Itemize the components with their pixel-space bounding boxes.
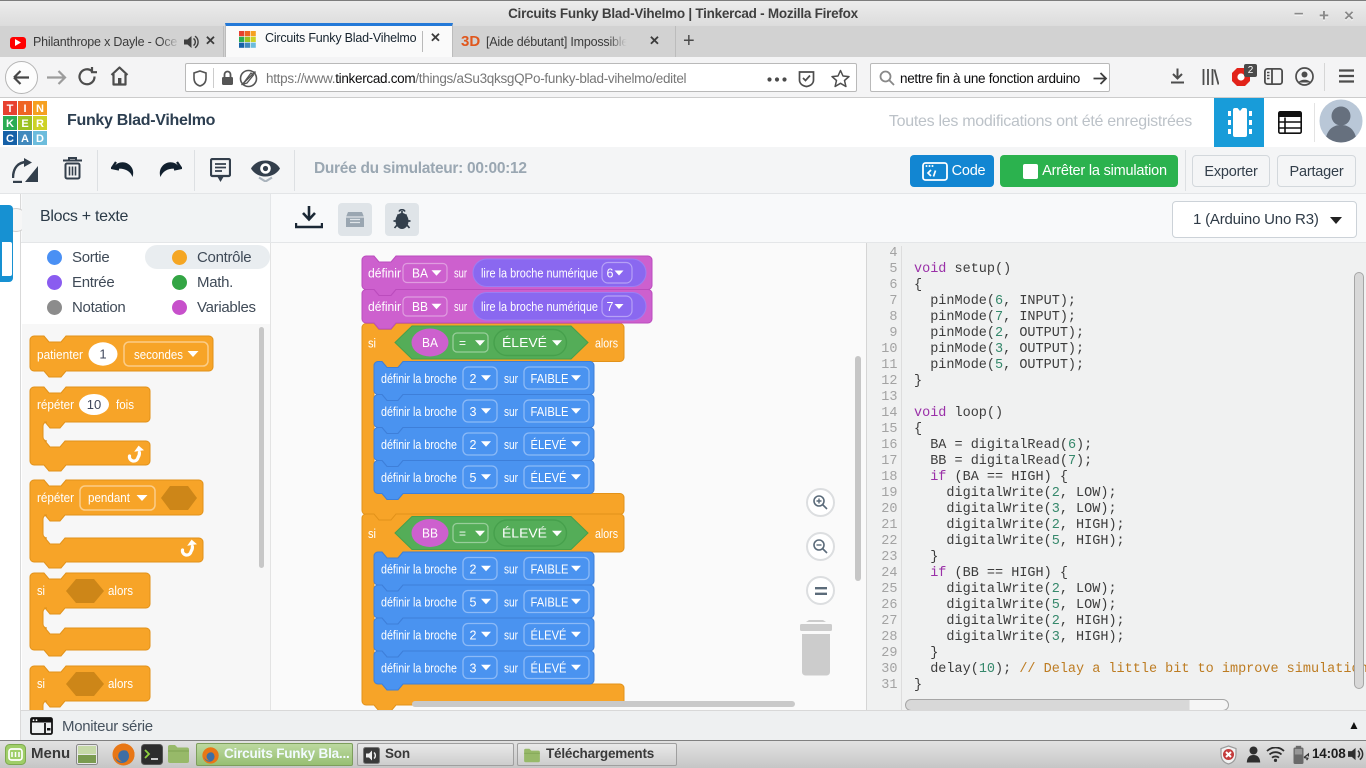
svg-text:N: N: [36, 103, 44, 115]
svg-text:BB: BB: [422, 526, 438, 541]
svg-text:5: 5: [470, 596, 477, 610]
svg-text:définir la broche: définir la broche: [381, 438, 457, 452]
svg-text:K: K: [6, 118, 14, 130]
svg-text:si: si: [37, 677, 45, 691]
svg-text:E: E: [21, 118, 28, 130]
svg-text:patienter: patienter: [37, 348, 83, 362]
svg-text:sur: sur: [504, 405, 518, 419]
svg-text:C: C: [6, 133, 14, 145]
svg-text:BA: BA: [412, 267, 429, 281]
svg-text:alors: alors: [108, 677, 133, 691]
svg-text:sur: sur: [504, 372, 518, 386]
svg-text:si: si: [37, 584, 45, 598]
svg-text:ÉLEVÉ: ÉLEVÉ: [531, 661, 567, 676]
svg-text:=: =: [459, 336, 466, 350]
svg-text:sur: sur: [504, 662, 518, 676]
svg-text:FAIBLE: FAIBLE: [531, 372, 569, 386]
svg-text:7: 7: [607, 300, 614, 314]
svg-text:sur: sur: [504, 629, 518, 643]
svg-text:définir la broche: définir la broche: [381, 629, 457, 643]
svg-text:sur: sur: [504, 471, 518, 485]
svg-text:FAIBLE: FAIBLE: [531, 405, 569, 419]
svg-text:définir la broche: définir la broche: [381, 471, 457, 485]
svg-text:2: 2: [470, 563, 477, 577]
svg-text:définir la broche: définir la broche: [381, 596, 457, 610]
svg-text:alors: alors: [595, 527, 618, 541]
svg-text:sur: sur: [504, 563, 518, 577]
svg-text:définir la broche: définir la broche: [381, 662, 457, 676]
svg-text:si: si: [368, 337, 376, 351]
svg-text:définir la broche: définir la broche: [381, 563, 457, 577]
svg-text:A: A: [21, 133, 29, 145]
svg-text:ÉLEVÉ: ÉLEVÉ: [502, 335, 547, 350]
svg-text:lire la broche numérique: lire la broche numérique: [481, 300, 598, 314]
svg-text:alors: alors: [595, 337, 618, 351]
svg-text:=: =: [459, 527, 466, 541]
svg-text:10: 10: [87, 397, 101, 412]
svg-text:R: R: [36, 118, 44, 130]
svg-text:ÉLEVÉ: ÉLEVÉ: [502, 526, 547, 541]
svg-text:D: D: [36, 133, 44, 145]
svg-text:T: T: [7, 103, 14, 115]
svg-text:alors: alors: [108, 584, 133, 598]
svg-text:définir la broche: définir la broche: [381, 405, 457, 419]
svg-text:sur: sur: [504, 438, 518, 452]
svg-text:6: 6: [607, 267, 614, 281]
svg-text:2: 2: [470, 438, 477, 452]
svg-text:1: 1: [99, 347, 106, 362]
svg-text:sur: sur: [454, 300, 467, 314]
svg-text:pendant: pendant: [88, 491, 130, 505]
svg-text:définir la broche: définir la broche: [381, 372, 457, 386]
svg-text:ÉLEVÉ: ÉLEVÉ: [531, 470, 567, 485]
svg-text:3: 3: [470, 405, 477, 419]
svg-text:répéter: répéter: [37, 491, 74, 505]
svg-text:2: 2: [470, 629, 477, 643]
svg-text:BA: BA: [422, 335, 438, 350]
svg-text:FAIBLE: FAIBLE: [531, 563, 569, 577]
svg-text:5: 5: [470, 471, 477, 485]
svg-text:sur: sur: [454, 267, 467, 281]
svg-text:2: 2: [470, 372, 477, 386]
svg-text:3: 3: [470, 662, 477, 676]
svg-text:I: I: [23, 103, 26, 115]
svg-text:ÉLEVÉ: ÉLEVÉ: [531, 628, 567, 643]
svg-text:définir: définir: [368, 300, 401, 314]
svg-text:BB: BB: [412, 300, 428, 314]
svg-text:FAIBLE: FAIBLE: [531, 596, 569, 610]
svg-text:fois: fois: [116, 398, 134, 412]
svg-text:lire la broche numérique: lire la broche numérique: [481, 267, 598, 281]
svg-text:ÉLEVÉ: ÉLEVÉ: [531, 437, 567, 452]
svg-text:répéter: répéter: [37, 398, 74, 412]
svg-text:sur: sur: [504, 596, 518, 610]
svg-text:définir: définir: [368, 267, 401, 281]
svg-text:secondes: secondes: [134, 348, 183, 362]
svg-text:si: si: [368, 527, 376, 541]
